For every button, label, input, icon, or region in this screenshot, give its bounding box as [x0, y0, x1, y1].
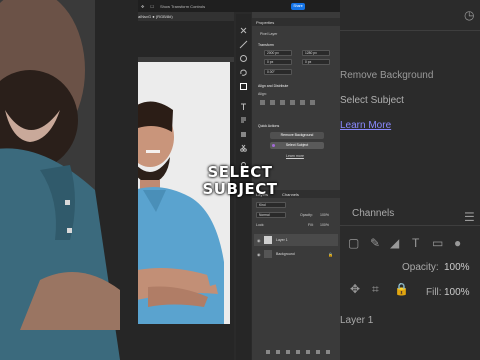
- history-icon[interactable]: [239, 22, 248, 34]
- properties-panel-header[interactable]: Properties: [252, 18, 340, 26]
- layer-name: Layer 1: [276, 238, 288, 242]
- zoom-crop-icon: ⌗: [372, 282, 379, 296]
- align-section-label[interactable]: Align and Distribute: [258, 84, 288, 88]
- document-tab-label: alNsvG ● (RGB/8#): [138, 14, 173, 19]
- align-left-icon[interactable]: [260, 100, 265, 105]
- properties-title: Properties: [256, 20, 275, 25]
- mask-icon[interactable]: [286, 350, 290, 354]
- blend-mode-select[interactable]: Normal: [256, 212, 286, 218]
- align-label: Align:: [258, 92, 267, 96]
- zoom-menu-icon: ☰: [464, 210, 475, 224]
- zoom-clock-icon: ◷: [464, 8, 475, 22]
- transform-controls-label[interactable]: Show Transform Controls: [160, 4, 205, 9]
- share-button[interactable]: Share: [291, 3, 305, 10]
- zoom-learn-more: Learn More: [340, 120, 392, 131]
- left-background-photo: [0, 0, 138, 360]
- zoom-brush-icon: ✎: [370, 236, 381, 250]
- new-layer-icon[interactable]: [316, 350, 320, 354]
- link-icon[interactable]: [266, 350, 270, 354]
- properties-icon[interactable]: [239, 78, 248, 90]
- height-field[interactable]: 1280 px: [302, 50, 330, 56]
- auto-select-checkbox[interactable]: ☐: [150, 4, 154, 9]
- paragraph-icon[interactable]: [239, 112, 248, 123]
- move-tool-icon[interactable]: ✥: [141, 4, 144, 9]
- align-top-icon[interactable]: [290, 100, 295, 105]
- layer-thumbnail: [264, 236, 272, 244]
- zoom-fill-value: 100%: [444, 287, 470, 298]
- adjust-icon[interactable]: [239, 50, 248, 62]
- y-field[interactable]: 0 px: [302, 59, 330, 65]
- layer-name: Background: [276, 252, 295, 256]
- trash-icon[interactable]: [326, 350, 330, 354]
- zoom-divider: [340, 30, 480, 31]
- zoom-layer-name: Layer 1: [340, 315, 374, 326]
- layer-row-1[interactable]: ◉ Layer 1: [254, 234, 338, 246]
- layers-footer: [266, 350, 336, 355]
- zoom-opacity-label: Opacity:: [402, 262, 439, 273]
- swatches-icon[interactable]: [239, 126, 248, 137]
- align-center-icon[interactable]: [270, 100, 275, 105]
- layer-row-2[interactable]: ◉ Background 🔒: [254, 248, 338, 260]
- zoom-divider: [340, 225, 480, 226]
- align-buttons: [260, 100, 330, 105]
- fill-label: Fill:: [308, 223, 314, 227]
- zoom-adjust-icon: ▢: [348, 236, 360, 250]
- select-subject-button[interactable]: Select Subject: [270, 142, 324, 149]
- quick-actions-label[interactable]: Quick Actions: [258, 124, 279, 128]
- pixel-layer-label: Pixel Layer: [260, 32, 278, 36]
- caption-line-1: SELECT: [207, 163, 273, 181]
- zoom-lock-icon: 🔒: [394, 282, 409, 296]
- brush-icon[interactable]: [239, 36, 248, 49]
- fill-value[interactable]: 100%: [320, 223, 329, 227]
- left-zoomed-background: [0, 0, 138, 360]
- align-middle-icon[interactable]: [300, 100, 305, 105]
- zoom-select-subject: Select Subject: [340, 95, 404, 106]
- opacity-value[interactable]: 100%: [320, 213, 329, 217]
- zoom-move-icon: ✥: [350, 282, 361, 296]
- x-field[interactable]: 0 px: [264, 59, 292, 65]
- lasso-icon[interactable]: [239, 64, 248, 76]
- opacity-label: Opacity:: [300, 213, 313, 217]
- zoom-eyedrop-icon: ◢: [390, 236, 400, 250]
- zoom-circle-icon: ●: [454, 236, 462, 250]
- right-zoomed-background: Remove Background Select Subject Learn M…: [340, 0, 480, 360]
- scissors-icon[interactable]: [239, 140, 248, 152]
- zoom-shape-icon: ▭: [432, 236, 444, 250]
- learn-more-link[interactable]: Learn more: [286, 154, 304, 158]
- adjustment-icon[interactable]: [296, 350, 300, 354]
- zoom-opacity-value: 100%: [444, 262, 470, 273]
- visibility-eye-icon[interactable]: ◉: [257, 252, 261, 257]
- kind-filter[interactable]: Kind: [256, 202, 286, 208]
- lock-icon: 🔒: [328, 252, 333, 257]
- zoom-type-icon: T: [412, 236, 420, 250]
- menu-bar: ✥ ☐ Show Transform Controls: [138, 0, 340, 12]
- fx-icon[interactable]: [276, 350, 280, 354]
- align-bottom-icon[interactable]: [310, 100, 315, 105]
- video-caption: SELECT SUBJECT: [140, 164, 340, 198]
- layer-thumbnail: [264, 250, 272, 258]
- width-field[interactable]: 2000 px: [264, 50, 292, 56]
- document-tab[interactable]: alNsvG ● (RGB/8#): [138, 12, 234, 21]
- align-right-icon[interactable]: [280, 100, 285, 105]
- angle-field[interactable]: 0.00°: [264, 69, 292, 75]
- zoom-channels: Channels: [352, 208, 395, 219]
- caption-line-2: SUBJECT: [202, 180, 278, 198]
- remove-background-button[interactable]: Remove Background: [270, 132, 324, 139]
- transform-section-label[interactable]: Transform: [258, 43, 274, 47]
- visibility-eye-icon[interactable]: ◉: [257, 238, 261, 243]
- folder-icon[interactable]: [306, 350, 310, 354]
- zoom-fill-label: Fill:: [426, 287, 442, 298]
- lock-label: Lock:: [256, 223, 265, 227]
- type-icon[interactable]: [239, 98, 248, 110]
- zoom-remove-background: Remove Background: [340, 70, 434, 81]
- cursor-icon: [272, 144, 275, 147]
